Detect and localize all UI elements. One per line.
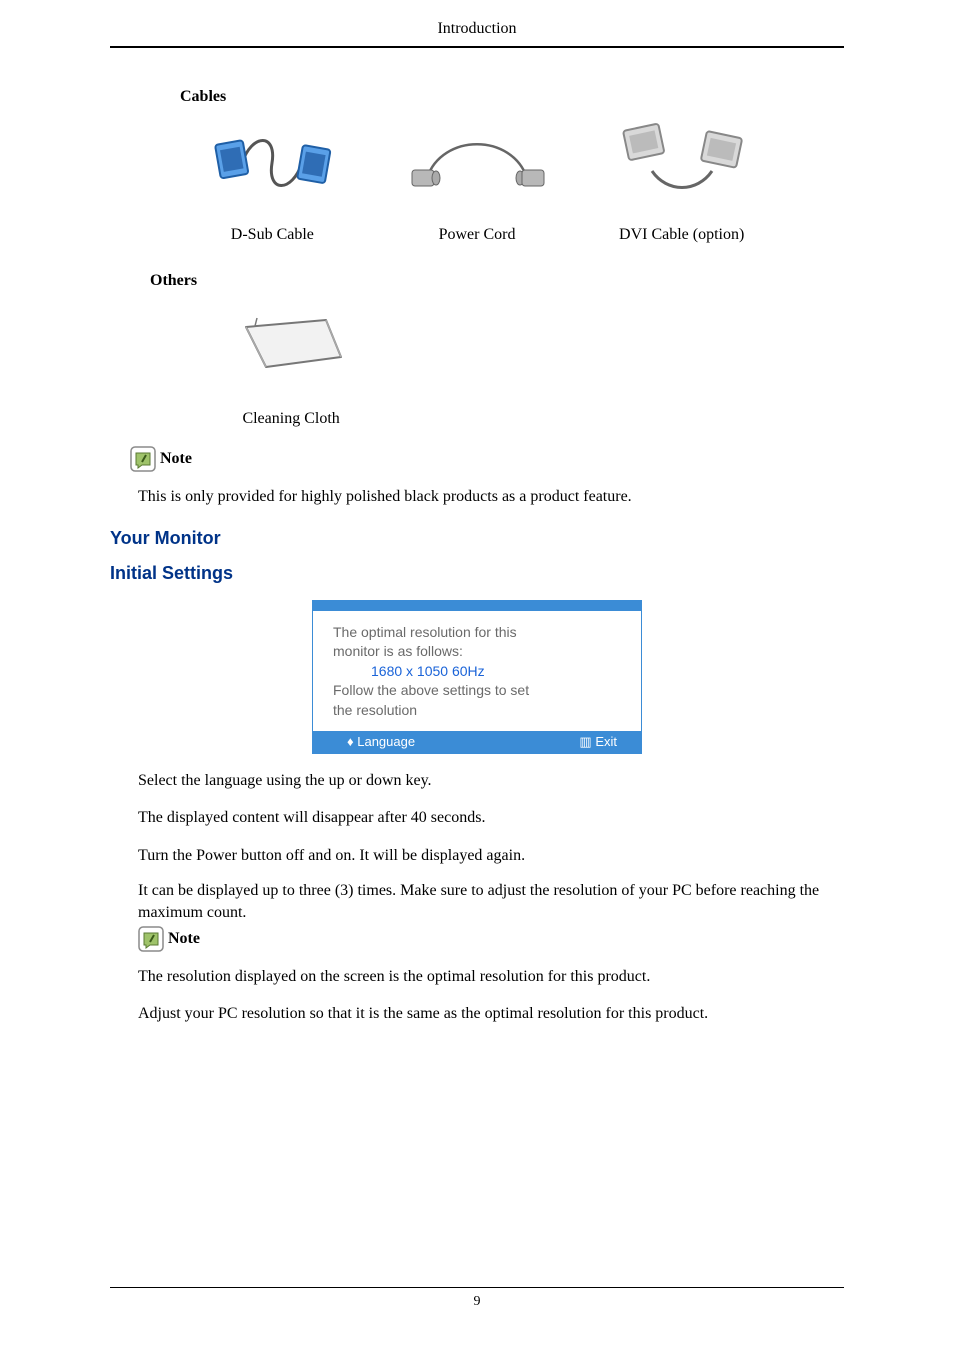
dsub-cable-icon — [207, 118, 337, 208]
cable-item-dvi: DVI Cable (option) — [579, 118, 784, 244]
paragraph-6: Adjust your PC resolution so that it is … — [138, 1003, 844, 1025]
cable-item-dsub: D-Sub Cable — [170, 118, 375, 244]
page-header-title: Introduction — [110, 20, 844, 38]
others-heading: Others — [150, 272, 844, 290]
osd-line4: the resolution — [333, 701, 625, 721]
osd-line3: Follow the above settings to set — [333, 681, 625, 701]
osd-line1: The optimal resolution for this — [333, 623, 625, 643]
note-icon — [138, 926, 164, 952]
osd-exit-control[interactable]: ▥ Exit — [579, 734, 617, 750]
note-icon — [130, 446, 156, 472]
item-label: Cleaning Cloth — [242, 410, 339, 428]
footer-rule — [110, 1287, 844, 1288]
item-label: DVI Cable (option) — [619, 226, 744, 244]
cable-item-power: Power Cord — [375, 118, 580, 244]
note-label: Note — [160, 450, 192, 468]
note-label-2: Note — [168, 930, 200, 948]
osd-footer: ♦ Language ▥ Exit — [313, 731, 641, 753]
paragraph-1: Select the language using the up or down… — [138, 770, 844, 792]
paragraph-3: Turn the Power button off and on. It wil… — [138, 845, 844, 867]
note-body: This is only provided for highly polishe… — [138, 486, 844, 508]
paragraph-5: The resolution displayed on the screen i… — [138, 966, 844, 988]
initial-settings-heading: Initial Settings — [110, 563, 844, 584]
osd-topbar — [313, 601, 641, 611]
cables-heading: Cables — [180, 88, 844, 106]
item-label: D-Sub Cable — [231, 226, 314, 244]
cleaning-cloth-icon — [231, 302, 351, 392]
osd-language-control[interactable]: ♦ Language — [347, 734, 415, 750]
header-rule — [110, 46, 844, 48]
others-item-cloth: Cleaning Cloth — [170, 302, 412, 428]
osd-dialog: The optimal resolution for this monitor … — [312, 600, 642, 754]
note-row: Note — [130, 446, 844, 472]
paragraph-4: It can be displayed up to three (3) time… — [138, 880, 844, 923]
osd-line2: monitor is as follows: — [333, 642, 625, 662]
your-monitor-heading: Your Monitor — [110, 528, 844, 549]
power-cord-icon — [402, 118, 552, 208]
osd-resolution: 1680 x 1050 60Hz — [333, 662, 625, 682]
paragraph-2: The displayed content will disappear aft… — [138, 807, 844, 829]
osd-body: The optimal resolution for this monitor … — [313, 611, 641, 731]
note-row-2: Note — [138, 926, 844, 952]
item-label: Power Cord — [439, 226, 516, 244]
cables-row: D-Sub Cable Power Cord — [170, 118, 784, 244]
page-number: 9 — [110, 1294, 844, 1310]
page-footer: 9 — [110, 1287, 844, 1310]
dvi-cable-icon — [617, 118, 747, 208]
